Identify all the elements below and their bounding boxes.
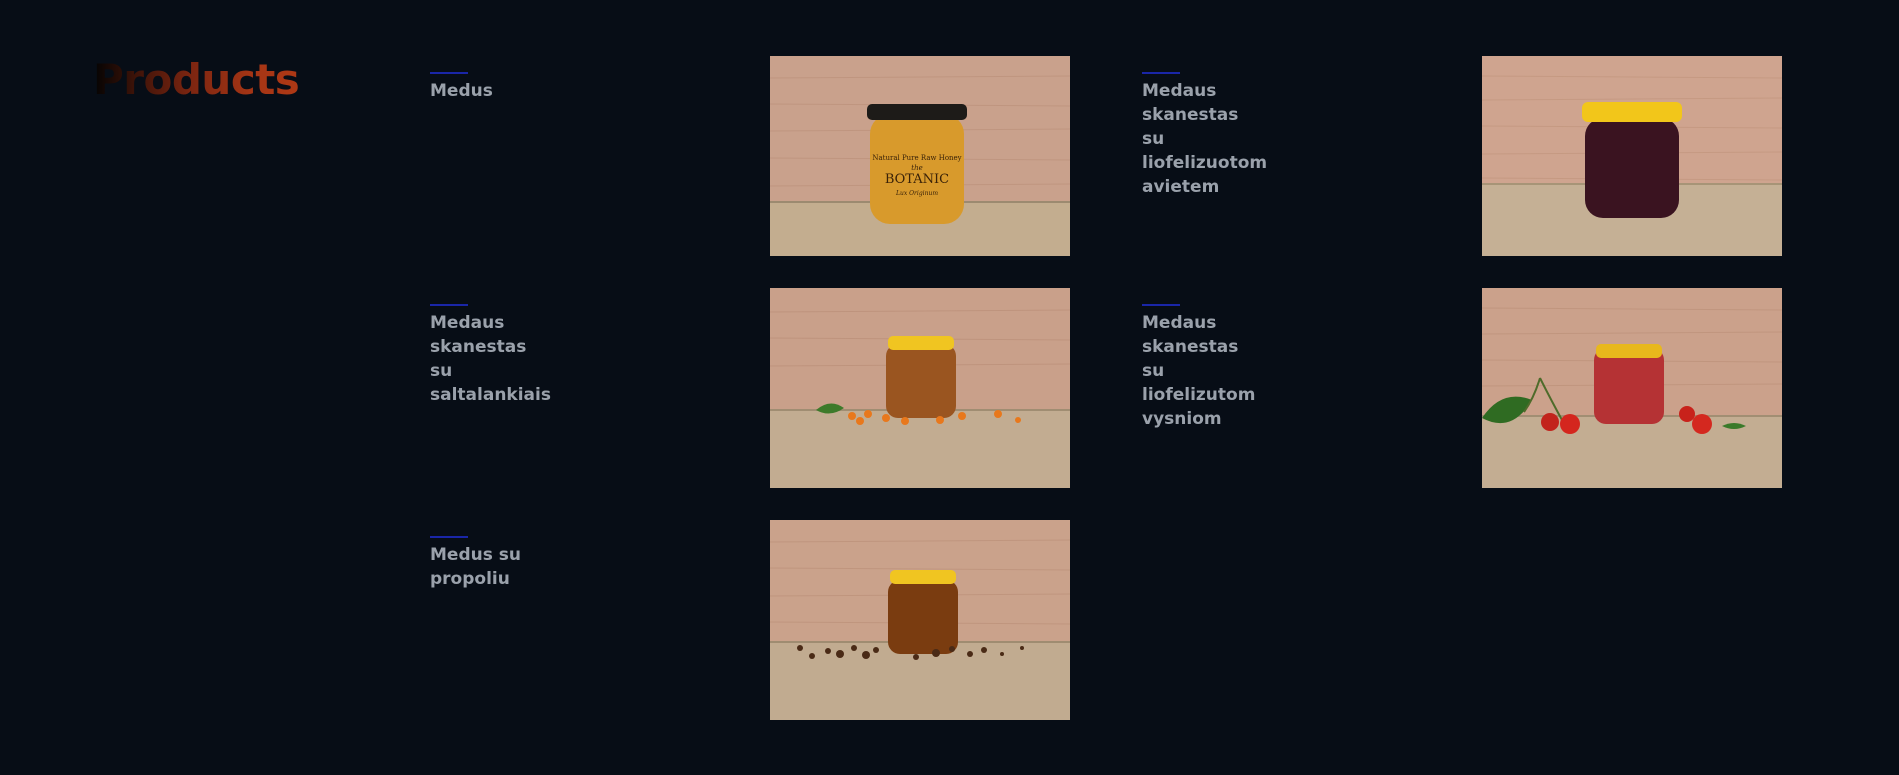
- svg-text:BOTANIC: BOTANIC: [885, 172, 949, 187]
- product-image[interactable]: [770, 520, 1070, 720]
- product-image[interactable]: Natural Pure Raw Honey the BOTANIC Lux O…: [770, 56, 1070, 256]
- svg-text:Natural Pure Raw Honey: Natural Pure Raw Honey: [872, 154, 961, 162]
- sea-buckthorn-jar-image: [770, 288, 1070, 488]
- accent-line: [1142, 72, 1180, 74]
- cherry-jar-image: [1482, 288, 1782, 488]
- svg-text:Lux Originum: Lux Originum: [895, 190, 938, 197]
- svg-text:the: the: [911, 164, 922, 172]
- honey-jar-image: Natural Pure Raw Honey the BOTANIC Lux O…: [770, 56, 1070, 256]
- product-name[interactable]: Medus: [430, 79, 540, 103]
- accent-line: [1142, 304, 1180, 306]
- product-name[interactable]: Medaus skanestas su saltalankiais: [430, 311, 551, 407]
- product-image[interactable]: [1482, 56, 1782, 256]
- product-image[interactable]: [770, 288, 1070, 488]
- accent-line: [430, 536, 468, 538]
- page-title: Products: [93, 52, 300, 108]
- propolis-jar-image: [770, 520, 1070, 720]
- product-name[interactable]: Medaus skanestas su liofelizuotom aviete…: [1142, 79, 1267, 199]
- accent-line: [430, 304, 468, 306]
- product-name[interactable]: Medus su propoliu: [430, 543, 540, 591]
- product-name[interactable]: Medaus skanestas su liofelizutom vysniom: [1142, 311, 1257, 431]
- accent-line: [430, 72, 468, 74]
- product-image[interactable]: [1482, 288, 1782, 488]
- raspberry-jar-image: [1482, 56, 1782, 256]
